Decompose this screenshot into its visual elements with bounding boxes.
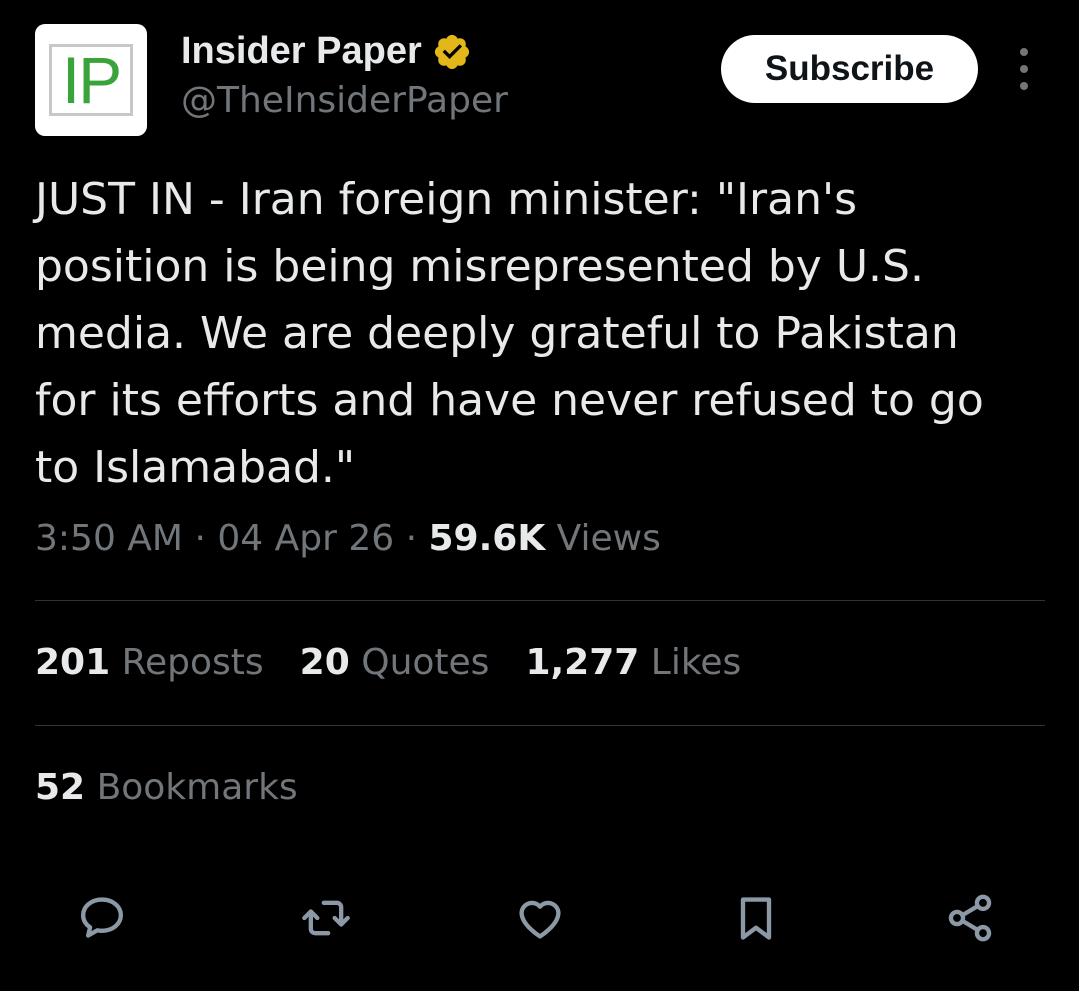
tweet-text: JUST IN - Iran foreign minister: "Iran's…: [35, 174, 984, 493]
author-handle[interactable]: @TheInsiderPaper: [181, 80, 508, 121]
reposts-count: 201: [35, 642, 111, 683]
likes-stat[interactable]: 1,277 Likes: [525, 642, 741, 683]
reply-icon: [80, 897, 124, 938]
quotes-label: Quotes: [361, 642, 490, 683]
like-icon: [519, 900, 561, 939]
divider: [35, 600, 1045, 601]
bookmark-icon: [740, 897, 772, 940]
share-button[interactable]: [942, 890, 998, 946]
bookmarks-stat[interactable]: 52 Bookmarks: [35, 767, 298, 808]
bookmark-button[interactable]: [728, 890, 784, 946]
more-vertical-icon[interactable]: [1010, 48, 1038, 90]
tweet-date[interactable]: 04 Apr 26: [217, 518, 394, 559]
meta-separator: ·: [405, 518, 418, 559]
likes-label: Likes: [650, 642, 742, 683]
author-display-name[interactable]: Insider Paper: [181, 30, 422, 73]
quotes-count: 20: [299, 642, 350, 683]
tweet-meta: 3:50 AM · 04 Apr 26 · 59.6K Views: [35, 518, 661, 559]
divider: [35, 725, 1045, 726]
tweet-time[interactable]: 3:50 AM: [35, 518, 183, 559]
quotes-stat[interactable]: 20 Quotes: [300, 642, 490, 683]
avatar-logo-text: IP: [61, 43, 122, 117]
reply-button[interactable]: [74, 890, 130, 946]
share-icon: [948, 894, 992, 942]
more-dot: [1020, 65, 1028, 73]
insider-paper-logo: IP: [49, 44, 133, 116]
views-label: Views: [556, 518, 661, 559]
bookmarks-label: Bookmarks: [96, 767, 298, 808]
repost-button[interactable]: [298, 890, 354, 946]
meta-separator: ·: [194, 518, 206, 559]
tweet-detail: IP Insider Paper @TheInsiderPaper Subscr…: [0, 0, 1079, 991]
more-dot: [1020, 48, 1028, 56]
likes-count: 1,277: [525, 642, 640, 683]
bookmarks-count: 52: [35, 767, 86, 808]
avatar[interactable]: IP: [35, 24, 147, 136]
reposts-label: Reposts: [121, 642, 264, 683]
more-dot: [1020, 82, 1028, 90]
engagement-stats: 201 Reposts 20 Quotes 1,277 Likes: [35, 642, 741, 683]
repost-icon: [302, 900, 350, 936]
verified-badge-icon[interactable]: [432, 32, 472, 72]
author-name-row: Insider Paper: [181, 30, 472, 73]
reposts-stat[interactable]: 201 Reposts: [35, 642, 264, 683]
like-button[interactable]: [512, 890, 568, 946]
views-count: 59.6K: [428, 518, 546, 559]
subscribe-button[interactable]: Subscribe: [721, 35, 978, 103]
